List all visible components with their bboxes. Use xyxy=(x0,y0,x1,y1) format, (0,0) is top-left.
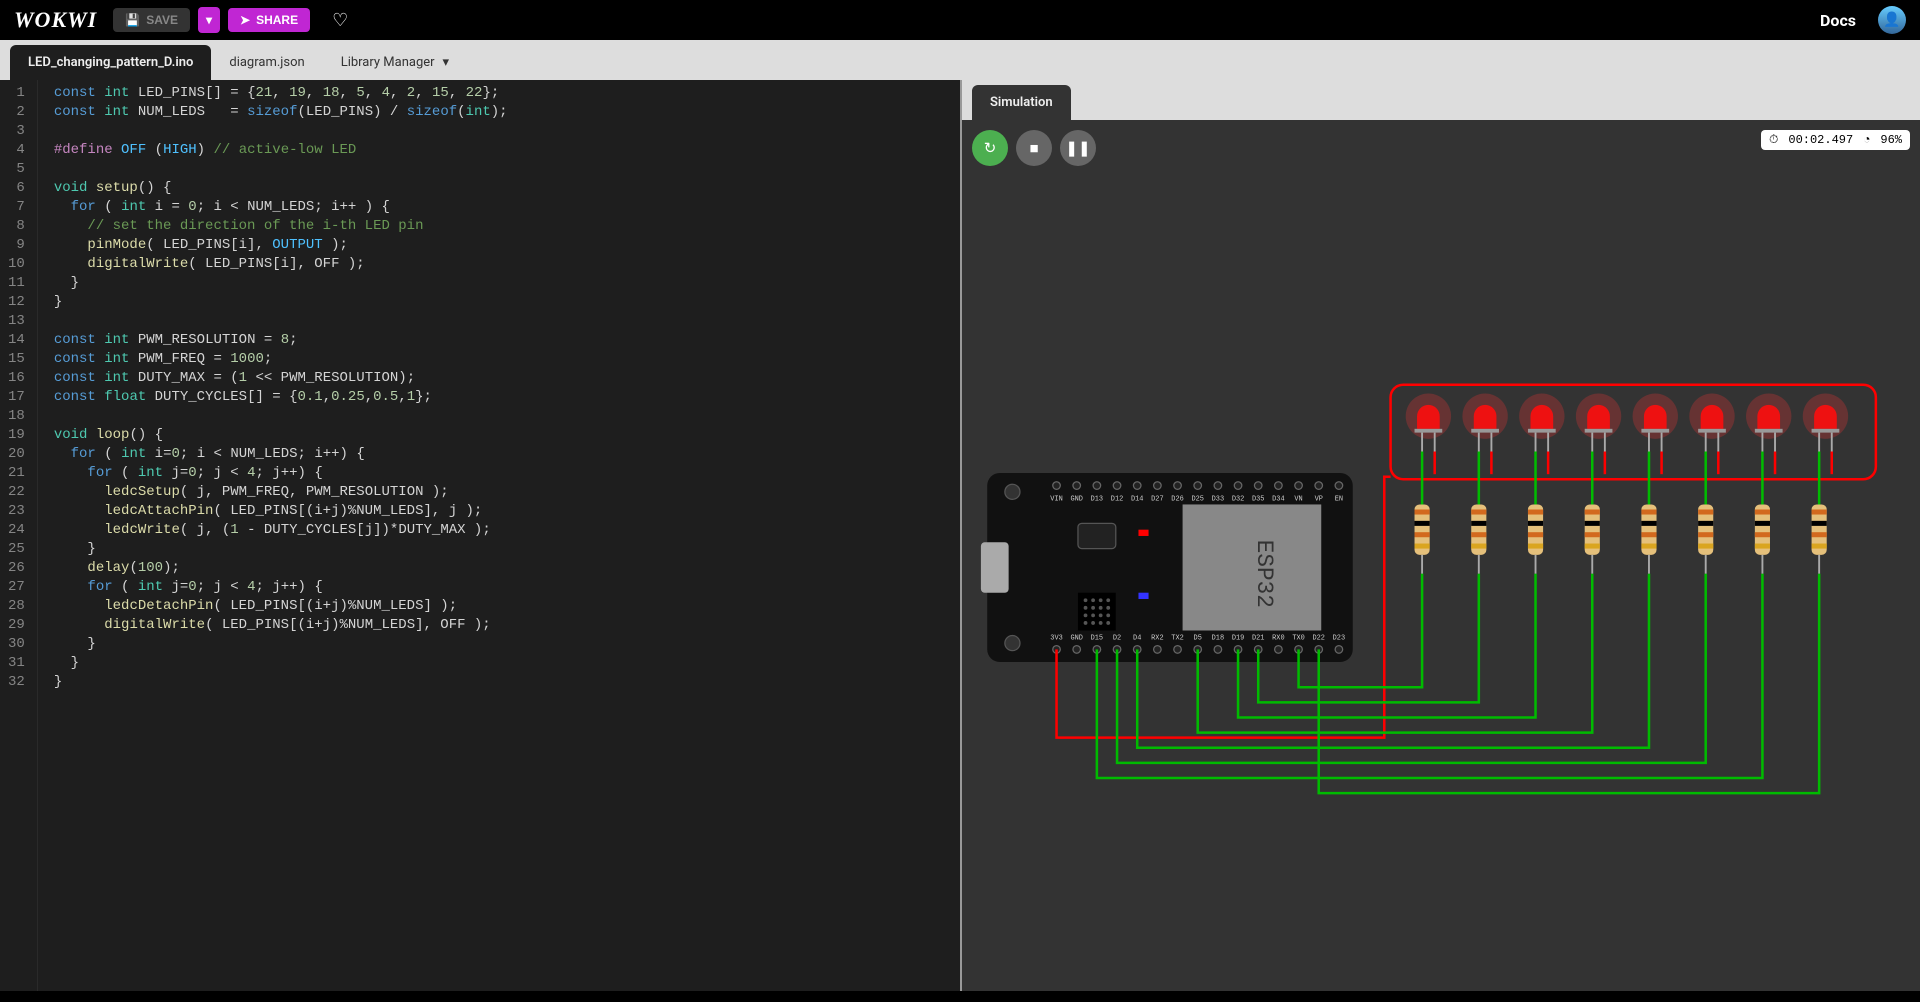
avatar[interactable]: 👤 xyxy=(1878,6,1906,34)
svg-text:RX0: RX0 xyxy=(1272,634,1284,642)
share-button[interactable]: ➤ SHARE xyxy=(228,8,310,32)
logo[interactable]: WOKWI xyxy=(14,7,105,33)
svg-text:D35: D35 xyxy=(1252,496,1264,504)
tab-simulation[interactable]: Simulation xyxy=(972,85,1071,120)
tab-diagram[interactable]: diagram.json xyxy=(211,45,322,80)
svg-text:RX2: RX2 xyxy=(1151,634,1163,642)
svg-text:D23: D23 xyxy=(1333,634,1345,642)
svg-text:VP: VP xyxy=(1315,496,1323,504)
code-body[interactable]: const int LED_PINS[] = {21, 19, 18, 5, 4… xyxy=(38,80,508,991)
svg-text:VN: VN xyxy=(1294,496,1302,504)
heart-icon[interactable]: ♡ xyxy=(332,10,348,31)
tab-file[interactable]: LED_changing_pattern_D.ino xyxy=(10,45,211,80)
code-editor[interactable]: 1234567891011121314151617181920212223242… xyxy=(0,80,960,991)
save-icon: 💾 xyxy=(125,13,140,27)
docs-link[interactable]: Docs xyxy=(1820,11,1856,30)
svg-text:D21: D21 xyxy=(1252,634,1264,642)
chevron-down-icon: ▾ xyxy=(206,13,212,27)
svg-text:D33: D33 xyxy=(1212,496,1224,504)
svg-text:D15: D15 xyxy=(1091,634,1103,642)
svg-text:D26: D26 xyxy=(1171,496,1183,504)
svg-text:D25: D25 xyxy=(1191,496,1203,504)
share-icon: ➤ xyxy=(240,13,250,27)
tab-library-manager[interactable]: Library Manager ▾ xyxy=(323,45,467,80)
svg-text:D32: D32 xyxy=(1232,496,1244,504)
svg-text:3V3: 3V3 xyxy=(1050,634,1062,642)
line-gutter: 1234567891011121314151617181920212223242… xyxy=(0,80,38,991)
svg-text:D19: D19 xyxy=(1232,634,1244,642)
save-dropdown-button[interactable]: ▾ xyxy=(198,7,220,33)
editor-tabbar: LED_changing_pattern_D.ino diagram.json … xyxy=(0,40,1920,80)
svg-text:D4: D4 xyxy=(1133,634,1141,642)
save-button[interactable]: 💾 SAVE xyxy=(113,8,190,32)
circuit-svg: ESP32 VIN GND D13 D12 D14 D27 D26 D25 D33 D32 D35 D3… xyxy=(962,120,1920,1002)
svg-text:D22: D22 xyxy=(1312,634,1324,642)
simulation-canvas[interactable]: ↻ ■ ❚❚ ⏱ 00:02.497 ◔ 96% ESP32VINGNDD13D… xyxy=(962,120,1920,991)
svg-text:D2: D2 xyxy=(1113,634,1121,642)
svg-text:GND: GND xyxy=(1070,496,1082,504)
chevron-down-icon: ▾ xyxy=(443,55,450,70)
share-label: SHARE xyxy=(256,13,298,27)
svg-text:D5: D5 xyxy=(1194,634,1202,642)
svg-text:D34: D34 xyxy=(1272,496,1284,504)
tab-library-label: Library Manager xyxy=(341,55,435,70)
svg-text:VIN: VIN xyxy=(1050,496,1062,504)
svg-text:D27: D27 xyxy=(1151,496,1163,504)
svg-text:EN: EN xyxy=(1335,496,1343,504)
svg-text:D13: D13 xyxy=(1091,496,1103,504)
svg-text:GND: GND xyxy=(1070,634,1082,642)
svg-text:ESP32: ESP32 xyxy=(1251,540,1277,608)
topbar: WOKWI 💾 SAVE ▾ ➤ SHARE ♡ Docs 👤 xyxy=(0,0,1920,40)
svg-text:D14: D14 xyxy=(1131,496,1143,504)
save-label: SAVE xyxy=(146,13,178,27)
svg-text:D18: D18 xyxy=(1212,634,1224,642)
svg-text:D12: D12 xyxy=(1111,496,1123,504)
sim-tabbar: Simulation xyxy=(962,80,1920,120)
svg-text:TX2: TX2 xyxy=(1171,634,1183,642)
svg-text:TX0: TX0 xyxy=(1292,634,1304,642)
